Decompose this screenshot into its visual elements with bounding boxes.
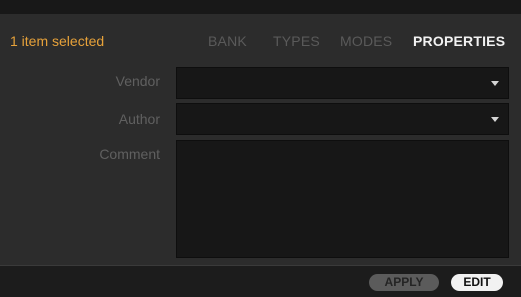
apply-button[interactable]: APPLY xyxy=(369,274,439,291)
panel-header: 1 item selected BANK TYPES MODES PROPERT… xyxy=(0,14,521,64)
author-dropdown[interactable] xyxy=(176,103,509,135)
edit-button[interactable]: EDIT xyxy=(451,274,503,291)
vendor-label: Vendor xyxy=(115,73,160,89)
panel-top-bar xyxy=(0,0,521,14)
chevron-down-icon xyxy=(491,117,499,122)
tab-types[interactable]: TYPES xyxy=(273,33,320,49)
selection-status: 1 item selected xyxy=(10,33,105,49)
chevron-down-icon xyxy=(491,81,499,86)
properties-panel: 1 item selected BANK TYPES MODES PROPERT… xyxy=(0,0,521,297)
author-label: Author xyxy=(118,111,160,127)
comment-label: Comment xyxy=(99,146,160,162)
comment-field[interactable] xyxy=(176,140,509,258)
vendor-dropdown[interactable] xyxy=(176,67,509,99)
tab-bank[interactable]: BANK xyxy=(208,33,247,49)
footer-bar: APPLY EDIT xyxy=(0,265,521,297)
tab-modes[interactable]: MODES xyxy=(340,33,392,49)
tab-properties[interactable]: PROPERTIES xyxy=(413,33,505,49)
